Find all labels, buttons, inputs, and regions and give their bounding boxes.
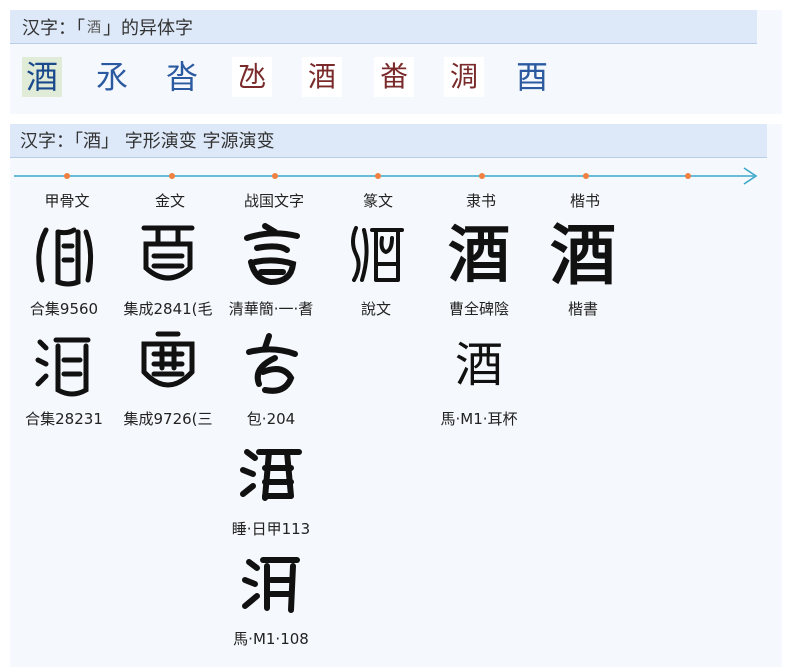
- timeline-dot: [685, 173, 691, 179]
- glyph-cell[interactable]: 集成2841(毛: [118, 218, 218, 319]
- glyph-cell[interactable]: 馬·M1·108: [221, 548, 321, 649]
- timeline-dot: [272, 173, 278, 179]
- variants-panel: 汉字：「酒」的异体字 酒 氶 沓 氹 酒 畨 淍 酉: [10, 10, 782, 114]
- glyph-cell[interactable]: 酒 楷書: [533, 218, 633, 319]
- variant-5[interactable]: 畨: [374, 57, 414, 97]
- glyph-cell[interactable]: 睡·日甲113: [221, 438, 321, 539]
- variant-6[interactable]: 淍: [444, 57, 484, 97]
- glyph-source: 合集9560: [29, 300, 99, 318]
- era-label: 战国文字: [243, 192, 304, 210]
- glyph-cell[interactable]: 合集9560: [14, 218, 114, 319]
- glyph-cell[interactable]: 酒 曹全碑陰: [429, 218, 529, 319]
- glyph-source: 馬·M1·108: [233, 630, 309, 648]
- era-label: 甲骨文: [44, 192, 90, 210]
- variant-2[interactable]: 沓: [162, 57, 202, 97]
- variant-7[interactable]: 酉: [512, 57, 552, 97]
- bronze-glyph-image: [141, 331, 195, 388]
- glyph-cell[interactable]: 說文: [326, 218, 426, 319]
- variant-1[interactable]: 氶: [92, 57, 132, 97]
- era-label: 楷书: [569, 192, 600, 210]
- warring-states-glyph-image: [246, 333, 298, 394]
- glyph-cell[interactable]: 包·204: [221, 328, 321, 429]
- glyph-cell[interactable]: 合集28231: [14, 328, 114, 429]
- warring-states-glyph-image: [240, 449, 302, 501]
- timeline-dot: [375, 173, 381, 179]
- title-char-image: 酒: [87, 20, 101, 36]
- timeline: [14, 167, 758, 185]
- bronze-glyph-image: [141, 225, 195, 281]
- era-label: 金文: [154, 192, 185, 210]
- glyph-source: 曹全碑陰: [448, 300, 509, 318]
- timeline-dot: [64, 173, 70, 179]
- glyph-cell[interactable]: 清華簡·一·耆: [221, 218, 321, 319]
- glyph-source: 說文: [360, 300, 391, 318]
- clerical-glyph: 酒: [447, 218, 510, 291]
- era-label: 隶书: [465, 192, 496, 210]
- glyph-source: 合集28231: [25, 410, 103, 428]
- variant-4[interactable]: 酒: [302, 57, 342, 97]
- timeline-dot: [583, 173, 589, 179]
- variants-title-suffix: 」的异体字: [103, 18, 193, 39]
- glyph-cell[interactable]: 集成9726(三: [118, 328, 218, 429]
- warring-states-glyph-image: [242, 557, 300, 613]
- era-label: 篆文: [362, 192, 393, 210]
- variant-0[interactable]: 酒: [22, 57, 62, 97]
- evolution-panel: 汉字：「酒」 字形演变 字源演变 甲骨文 金文 战国文字 篆文 隶书 楷书 合集…: [10, 124, 782, 667]
- timeline-dot: [479, 173, 485, 179]
- glyph-source: 集成2841(毛: [123, 300, 213, 318]
- glyph-source: 睡·日甲113: [231, 520, 311, 538]
- variants-header: 汉字：「酒」的异体字: [10, 10, 757, 44]
- evolution-header: 汉字：「酒」 字形演变 字源演变: [10, 124, 767, 158]
- regular-script-glyph: 酒: [550, 216, 616, 294]
- variant-3[interactable]: 氹: [232, 57, 272, 97]
- glyph-source: 集成9726(三: [123, 410, 213, 428]
- clerical-glyph: 酒: [454, 337, 503, 393]
- timeline-dot: [169, 173, 175, 179]
- variants-title-prefix: 汉字：「: [22, 18, 85, 39]
- glyph-source: 馬·M1·耳杯: [440, 410, 518, 428]
- glyph-source: 包·204: [246, 410, 296, 428]
- seal-glyph-image: [351, 226, 404, 282]
- warring-states-glyph-image: [244, 223, 300, 286]
- glyph-source: 楷書: [567, 300, 598, 318]
- oracle-glyph-image: [36, 227, 94, 287]
- glyph-source: 清華簡·一·耆: [228, 300, 314, 318]
- oracle-glyph-image: [35, 337, 91, 397]
- glyph-cell[interactable]: 酒 馬·M1·耳杯: [429, 328, 529, 429]
